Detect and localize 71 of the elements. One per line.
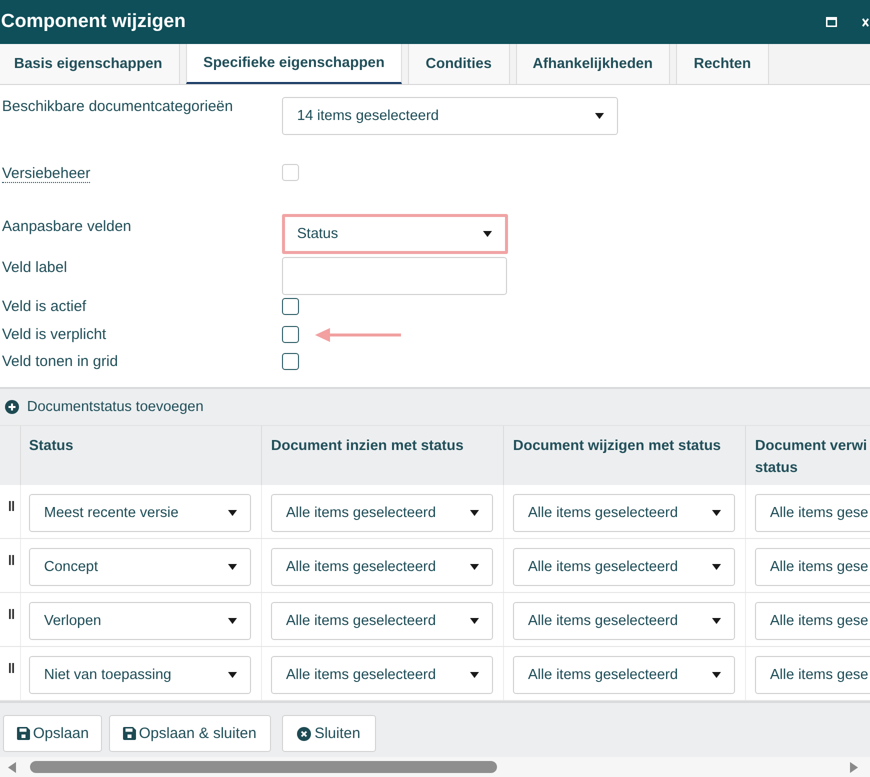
caret-icon [712,618,721,624]
dropdown[interactable]: Niet van toepassing [29,656,251,694]
column-header: Document verwi status [755,437,868,478]
dropdown[interactable]: Alle items geselecteerd [513,494,735,532]
save-icon [122,727,136,740]
caret-icon [228,564,237,570]
close-button[interactable]: Sluiten [282,715,376,752]
tab[interactable]: Afhankelijkheden [516,44,670,84]
maximize-icon[interactable] [826,17,837,27]
dropdown[interactable]: Alle items gese [755,656,870,694]
drag-handle-icon[interactable] [9,663,14,673]
dropdown[interactable]: Alle items gese [755,548,870,586]
dropdown[interactable]: Alle items geselecteerd [271,548,493,586]
caret-icon [228,510,237,516]
dropdown[interactable]: Verlopen [29,602,251,640]
caret-icon [483,231,492,237]
field-label: Beschikbare documentcategorieën [2,98,233,115]
dropdown[interactable]: Alle items gese [755,494,870,532]
field-label: Aanpasbare velden [2,218,132,235]
save-and-close-button[interactable]: Opslaan & sluiten [108,715,272,752]
drag-handle-icon[interactable] [9,609,14,619]
add-status-button[interactable]: Documentstatus toevoegen [5,399,204,415]
checkbox[interactable] [282,353,299,370]
plus-circle-icon [5,400,19,414]
dropdown[interactable]: 14 items geselecteerd [282,97,618,135]
dropdown[interactable]: Meest recente versie [29,494,251,532]
checkbox[interactable] [282,298,299,315]
tab[interactable]: Basis eigenschappen [0,44,180,84]
dropdown[interactable]: Alle items geselecteerd [513,548,735,586]
tab[interactable]: Rechten [676,44,769,84]
caret-icon [712,672,721,678]
caret-icon [595,113,604,119]
dropdown[interactable]: Alle items geselecteerd [513,602,735,640]
close-circle-icon [297,726,312,740]
input-field[interactable] [282,257,507,295]
dropdown[interactable]: Alle items gese [755,602,870,640]
caret-icon [470,672,479,678]
caret-icon [470,618,479,624]
dropdown[interactable]: Alle items geselecteerd [271,494,493,532]
caret-icon [228,618,237,624]
tab[interactable]: Condities [408,44,510,84]
tab[interactable]: Specifieke eigenschappen [186,44,402,84]
field-label: Veld tonen in grid [2,352,118,370]
save-icon [17,727,30,740]
field-label: Veld label [2,259,68,276]
dropdown[interactable]: Concept [29,548,251,586]
drag-handle-icon[interactable] [9,501,14,511]
column-header: Document inzien met status [271,437,464,456]
dropdown[interactable]: Alle items geselecteerd [513,656,735,694]
close-icon[interactable] [862,18,869,26]
scroll-left-icon[interactable] [8,762,16,772]
field-label: Versiebeheer [2,165,90,183]
field-label: Veld is actief [2,298,86,314]
checkbox[interactable] [282,326,299,343]
drag-handle-icon[interactable] [9,555,14,565]
scroll-right-icon[interactable] [850,762,858,772]
dropdown[interactable]: Status [282,214,508,254]
horizontal-scrollbar[interactable] [0,757,870,777]
caret-icon [712,510,721,516]
window-title: Component wijzigen [1,11,186,33]
dropdown[interactable]: Alle items geselecteerd [271,656,493,694]
column-header: Document wijzigen met status [513,437,721,456]
save-button[interactable]: Opslaan [3,715,102,752]
caret-icon [228,672,237,678]
caret-icon [470,510,479,516]
column-header: Status [29,437,74,456]
field-label: Veld is verplicht [2,326,106,342]
dropdown[interactable]: Alle items geselecteerd [271,602,493,640]
scrollbar-thumb[interactable] [30,761,497,773]
caret-icon [470,564,479,570]
caret-icon [712,564,721,570]
